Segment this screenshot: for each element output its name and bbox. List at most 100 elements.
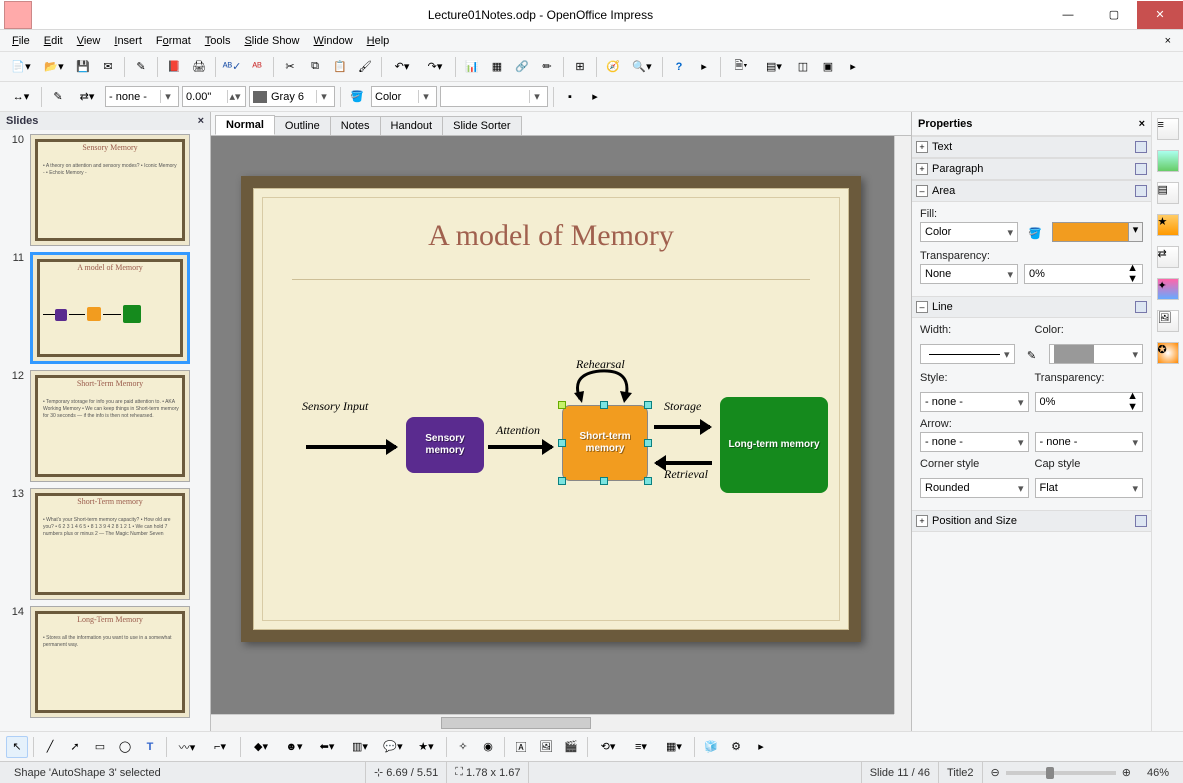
navigator-button[interactable]: 🧭 xyxy=(602,56,624,78)
zoom-out-button[interactable]: ⊖ xyxy=(991,766,1000,779)
properties-close[interactable]: × xyxy=(1139,118,1145,130)
callouts-tool[interactable]: 💬▾ xyxy=(378,736,408,758)
tab-notes[interactable]: Notes xyxy=(330,116,381,135)
print-button[interactable]: 🖨 xyxy=(188,56,210,78)
email-button[interactable]: ✉ xyxy=(97,56,119,78)
zoom-in-button[interactable]: ⊕ xyxy=(1122,766,1131,779)
section-area[interactable]: –Area xyxy=(912,180,1151,202)
paste-button[interactable]: 📋 xyxy=(329,56,351,78)
menu-format[interactable]: Format xyxy=(150,33,197,49)
extrusion-tool[interactable]: 🧊 xyxy=(700,736,722,758)
copy-button[interactable]: ⧉ xyxy=(304,56,326,78)
rotate-tool[interactable]: ⟲▾ xyxy=(593,736,623,758)
stars-tool[interactable]: ★▾ xyxy=(411,736,441,758)
tab-outline[interactable]: Outline xyxy=(274,116,331,135)
menu-help[interactable]: Help xyxy=(361,33,396,49)
curve-tool[interactable]: 〰▾ xyxy=(172,736,202,758)
basic-shapes-tool[interactable]: ◆▾ xyxy=(246,736,276,758)
slide-thumb-11[interactable]: 11 A model of Memory xyxy=(8,252,208,364)
points-tool[interactable]: ✧ xyxy=(452,736,474,758)
area-button[interactable]: 🪣 xyxy=(346,86,368,108)
section-paragraph[interactable]: +Paragraph xyxy=(912,158,1151,180)
status-zoom[interactable]: 46% xyxy=(1139,762,1177,783)
slides-panel-close[interactable]: × xyxy=(198,115,204,127)
vertical-scrollbar[interactable] xyxy=(894,136,911,714)
fill-type-select[interactable]: Color▾ xyxy=(920,222,1018,242)
transparency-mode-select[interactable]: None▾ xyxy=(920,264,1018,284)
slide-thumb-13[interactable]: 13 Short-Term memory• What's your Short-… xyxy=(8,488,208,600)
menu-window[interactable]: Window xyxy=(308,33,359,49)
export-pdf-button[interactable]: 📕 xyxy=(163,56,185,78)
master-pages-icon[interactable]: ▤ xyxy=(1157,182,1179,204)
menu-view[interactable]: View xyxy=(71,33,107,49)
arrow-input[interactable] xyxy=(306,445,396,449)
line-color-icon[interactable]: ✎ xyxy=(1021,344,1043,366)
status-slide[interactable]: Slide 11 / 46 xyxy=(862,762,939,783)
arrow-end-select[interactable]: - none -▾ xyxy=(1035,432,1144,452)
arrange-tool[interactable]: ▦▾ xyxy=(659,736,689,758)
section-text[interactable]: +Text xyxy=(912,136,1151,158)
label-sensory-input[interactable]: Sensory Input xyxy=(302,399,368,414)
grid-button[interactable]: ⊞ xyxy=(569,56,591,78)
hyperlink-button[interactable]: 🔗 xyxy=(511,56,533,78)
menu-file[interactable]: File xyxy=(6,33,36,49)
gluepoints-tool[interactable]: ◉ xyxy=(477,736,499,758)
line-end-button[interactable]: ⇄▾ xyxy=(72,86,102,108)
menu-edit[interactable]: Edit xyxy=(38,33,69,49)
help-button[interactable]: ? xyxy=(668,56,690,78)
interaction-tool[interactable]: ⚙ xyxy=(725,736,747,758)
label-attention[interactable]: Attention xyxy=(496,423,540,438)
maximize-button[interactable]: ▢ xyxy=(1091,1,1137,29)
transparency-value-spinner[interactable]: 0%▲▼ xyxy=(1024,264,1143,284)
flowchart-tool[interactable]: ▥▾ xyxy=(345,736,375,758)
line-transparency-spinner[interactable]: 0%▲▼ xyxy=(1035,392,1144,412)
from-file-tool[interactable]: 🖼 xyxy=(535,736,557,758)
close-button[interactable]: ✕ xyxy=(1137,1,1183,29)
align-tool[interactable]: ≡▾ xyxy=(626,736,656,758)
fill-bucket-icon[interactable]: 🪣 xyxy=(1024,222,1046,244)
status-master[interactable]: Title2 xyxy=(939,762,983,783)
slide-button[interactable]: 🗎▾ xyxy=(726,56,756,78)
redo-button[interactable]: ↷▾ xyxy=(420,56,450,78)
label-storage[interactable]: Storage xyxy=(664,399,701,414)
format-paintbrush-button[interactable]: 🖌 xyxy=(354,56,376,78)
select-tool[interactable]: ↖ xyxy=(6,736,28,758)
box-sensory-memory[interactable]: Sensory memory xyxy=(406,417,484,473)
slide-canvas[interactable]: A model of Memory Sensory Input Sensory … xyxy=(241,176,861,642)
arrow-start-select[interactable]: - none -▾ xyxy=(920,432,1029,452)
new-button[interactable]: 📄▾ xyxy=(6,56,36,78)
rect-tool[interactable]: ▭ xyxy=(89,736,111,758)
slide-thumb-10[interactable]: 10 Sensory Memory• A theory on attention… xyxy=(8,134,208,246)
slide-title[interactable]: A model of Memory xyxy=(254,219,848,253)
fill-type-combo[interactable]: Color▾ xyxy=(371,86,437,107)
chart-button[interactable]: 📊 xyxy=(461,56,483,78)
styles-icon[interactable]: ✦ xyxy=(1157,278,1179,300)
arrow-rehearsal[interactable] xyxy=(570,369,640,405)
line-prop-button[interactable]: ✎ xyxy=(47,86,69,108)
ellipse-tool[interactable]: ◯ xyxy=(114,736,136,758)
arrow-storage[interactable] xyxy=(654,425,710,429)
tab-normal[interactable]: Normal xyxy=(215,115,275,135)
zoom-slider[interactable] xyxy=(1006,771,1116,775)
menu-insert[interactable]: Insert xyxy=(108,33,148,49)
slide-thumb-14[interactable]: 14 Long-Term Memory• Stores all the info… xyxy=(8,606,208,718)
navigator-icon[interactable]: ✪ xyxy=(1157,342,1179,364)
arrow-attention[interactable] xyxy=(488,445,552,449)
line-width-spinner[interactable]: 0.00"▴▾ xyxy=(182,86,246,107)
menu-tools[interactable]: Tools xyxy=(199,33,237,49)
symbol-shapes-tool[interactable]: ☻▾ xyxy=(279,736,309,758)
gallery-icon[interactable]: 🖼 xyxy=(1157,310,1179,332)
slide-list[interactable]: 10 Sensory Memory• A theory on attention… xyxy=(0,130,210,731)
tab-handout[interactable]: Handout xyxy=(380,116,444,135)
media-tool[interactable]: 🎬 xyxy=(560,736,582,758)
connector-tool[interactable]: ⌐▾ xyxy=(205,736,235,758)
arrow-tool[interactable]: ➚ xyxy=(64,736,86,758)
line-tool[interactable]: ╱ xyxy=(39,736,61,758)
arrow-retrieval[interactable] xyxy=(656,461,712,465)
save-button[interactable]: 💾 xyxy=(72,56,94,78)
slideshow-button[interactable]: ▣ xyxy=(817,56,839,78)
canvas-area[interactable]: A model of Memory Sensory Input Sensory … xyxy=(211,136,911,731)
text-tool[interactable]: T xyxy=(139,736,161,758)
table-button[interactable]: ▦ xyxy=(486,56,508,78)
menu-slideshow[interactable]: Slide Show xyxy=(238,33,305,49)
